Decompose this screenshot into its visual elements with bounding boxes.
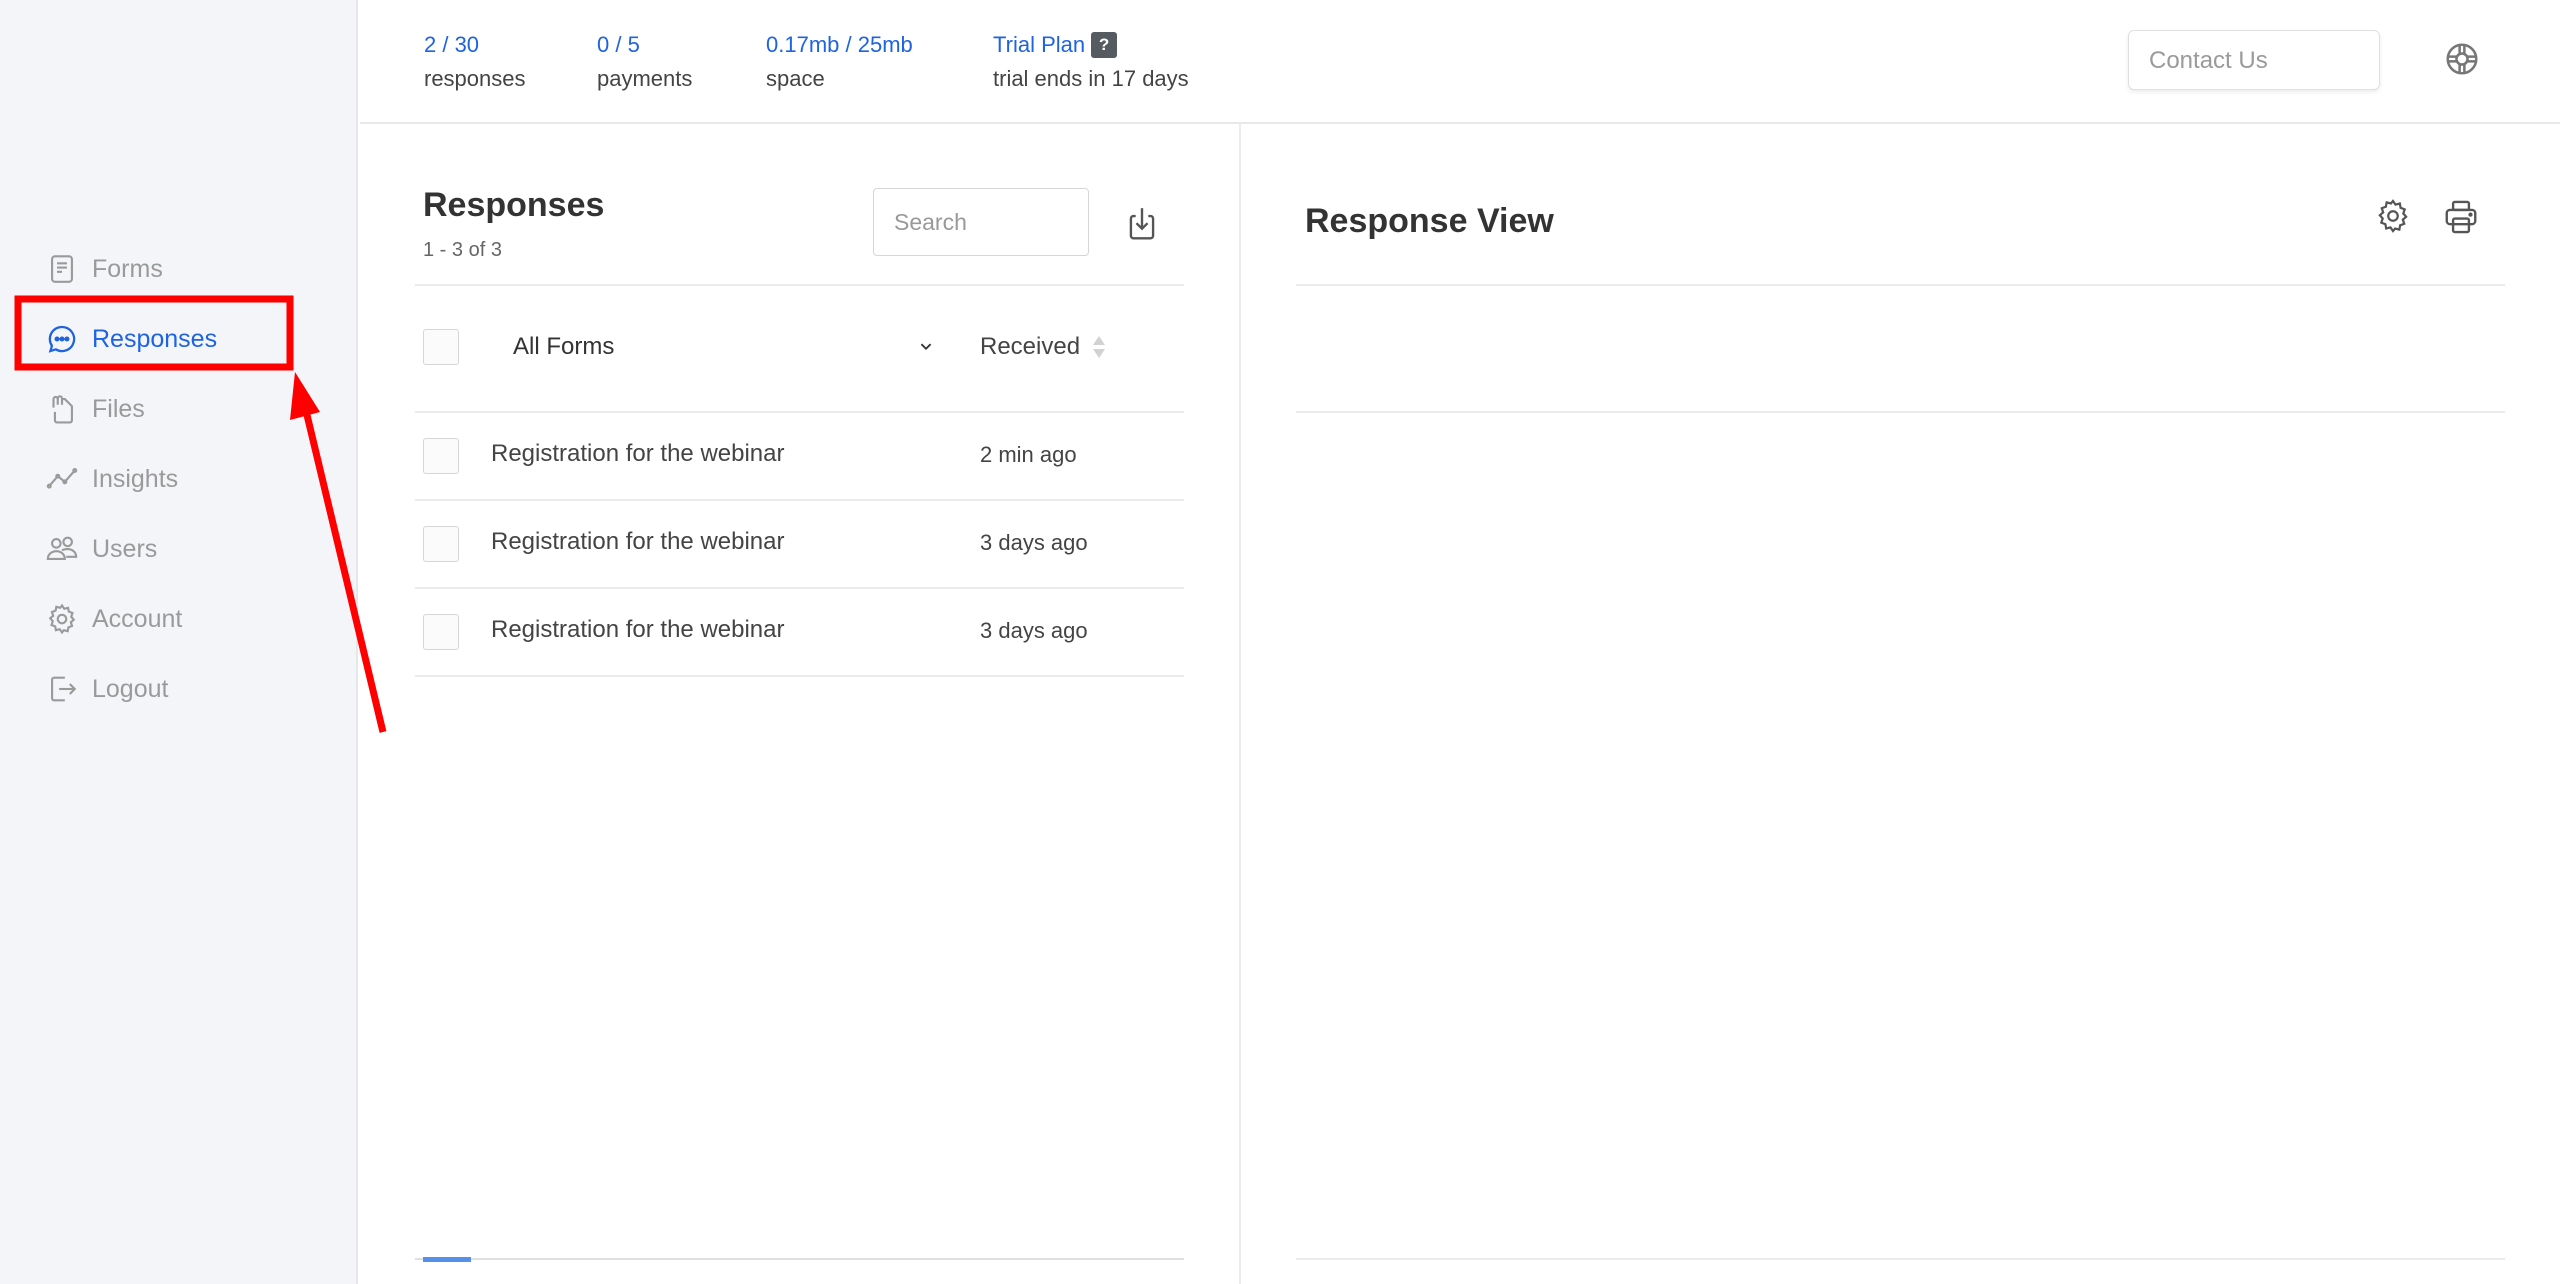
plan-link[interactable]: Trial Plan ? <box>993 28 1189 62</box>
divider <box>415 675 1184 677</box>
users-icon <box>44 531 80 567</box>
sidebar-item-label: Account <box>92 604 183 633</box>
list-item[interactable]: Registration for the webinar 2 min ago <box>415 412 1184 500</box>
chat-bubble-icon <box>44 321 80 357</box>
plan-name[interactable]: Trial Plan <box>993 28 1085 62</box>
pane-divider[interactable] <box>1239 124 1241 1284</box>
divider <box>415 284 1184 286</box>
stat-responses: 2 / 30 responses <box>424 28 526 96</box>
download-icon[interactable] <box>1123 204 1161 244</box>
stat-space: 0.17mb / 25mb space <box>766 28 913 96</box>
search-input[interactable] <box>873 188 1089 256</box>
stat-label: payments <box>597 66 693 91</box>
sort-icon[interactable] <box>1091 334 1107 360</box>
form-name: Registration for the webinar <box>491 440 785 467</box>
scroll-track[interactable] <box>415 1258 1184 1260</box>
divider <box>1296 284 2505 286</box>
sidebar-item-insights[interactable]: Insights <box>44 444 217 514</box>
top-header: 2 / 30 responses 0 / 5 payments 0.17mb /… <box>360 0 2560 124</box>
trial-info: trial ends in 17 days <box>993 66 1189 91</box>
sidebar-item-label: Responses <box>92 324 218 353</box>
line-chart-icon <box>44 461 80 497</box>
received-time: 3 days ago <box>980 530 1088 555</box>
form-name: Registration for the webinar <box>491 616 785 643</box>
sidebar-item-label: Forms <box>92 254 163 283</box>
detail-title: Response View <box>1305 202 1554 240</box>
list-title: Responses <box>423 186 605 224</box>
stat-payments: 0 / 5 payments <box>597 28 692 96</box>
sidebar-item-users[interactable]: Users <box>44 514 217 584</box>
scroll-progress-bar[interactable] <box>423 1257 471 1262</box>
sidebar-item-label: Logout <box>92 674 169 703</box>
gear-icon <box>44 601 80 637</box>
chevron-down-icon[interactable] <box>915 335 937 357</box>
stat-value: 0 / 5 <box>597 32 640 57</box>
sidebar: Forms Responses Files Insights Users Acc… <box>0 0 358 1284</box>
row-checkbox[interactable] <box>423 438 459 474</box>
help-badge[interactable]: ? <box>1091 32 1118 58</box>
row-checkbox[interactable] <box>423 614 459 650</box>
sidebar-item-logout[interactable]: Logout <box>44 654 217 724</box>
print-icon[interactable] <box>2442 198 2480 236</box>
stat-label: responses <box>424 66 526 91</box>
divider <box>1296 1258 2505 1260</box>
sidebar-item-files[interactable]: Files <box>44 374 217 444</box>
received-time: 2 min ago <box>980 442 1077 467</box>
sidebar-item-responses[interactable]: Responses <box>44 304 217 374</box>
responses-list-pane: Responses 1 - 3 of 3 All Forms Received … <box>415 124 1184 1284</box>
received-time: 3 days ago <box>980 618 1088 643</box>
form-filter-dropdown[interactable]: All Forms <box>513 333 614 361</box>
sidebar-item-account[interactable]: Account <box>44 584 217 654</box>
sidebar-nav: Forms Responses Files Insights Users Acc… <box>44 234 217 724</box>
sidebar-item-label: Insights <box>92 464 179 493</box>
document-icon <box>44 251 80 287</box>
select-all-checkbox[interactable] <box>423 329 459 365</box>
stat-value: 2 / 30 <box>424 32 480 57</box>
list-item[interactable]: Registration for the webinar 3 days ago <box>415 500 1184 588</box>
stat-plan: Trial Plan ? trial ends in 17 days <box>993 28 1189 96</box>
row-checkbox[interactable] <box>423 526 459 562</box>
files-clip-icon <box>44 391 80 427</box>
stat-label: space <box>766 66 825 91</box>
sidebar-item-label: Files <box>92 394 145 423</box>
sidebar-item-label: Users <box>92 534 158 563</box>
list-item[interactable]: Registration for the webinar 3 days ago <box>415 588 1184 676</box>
received-column-header[interactable]: Received <box>980 333 1080 361</box>
settings-gear-icon[interactable] <box>2374 196 2412 236</box>
divider <box>1296 411 2505 413</box>
list-count: 1 - 3 of 3 <box>423 239 502 261</box>
contact-us-button[interactable]: Contact Us <box>2128 30 2380 90</box>
stat-value: 0.17mb / 25mb <box>766 32 913 57</box>
sidebar-item-forms[interactable]: Forms <box>44 234 217 304</box>
response-view-pane: Response View <box>1296 124 2505 1284</box>
lifebuoy-icon[interactable] <box>2443 40 2481 78</box>
logout-icon <box>44 671 80 707</box>
form-name: Registration for the webinar <box>491 528 785 555</box>
